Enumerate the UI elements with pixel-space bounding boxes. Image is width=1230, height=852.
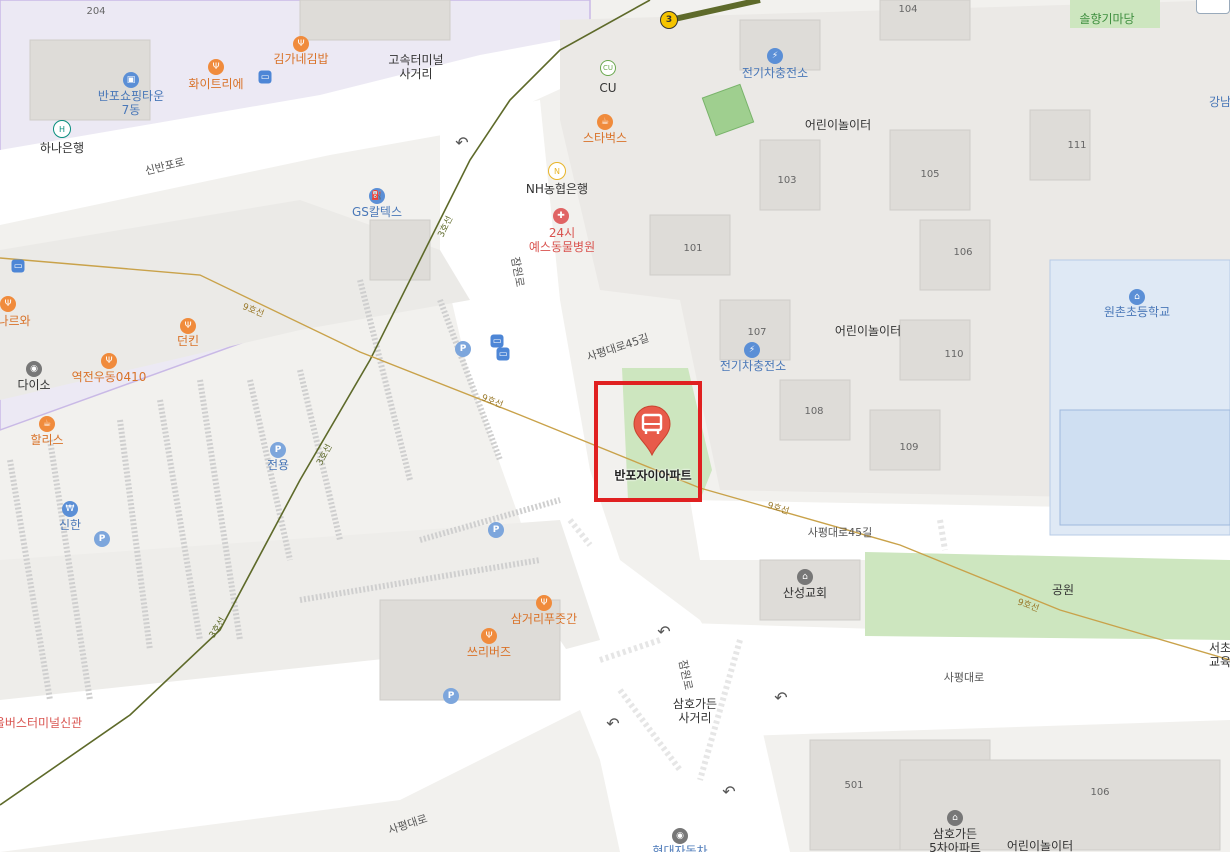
building-number: 110 (944, 349, 964, 360)
u-turn-icon: ↶ (774, 687, 788, 707)
u-turn-icon: ↶ (722, 781, 736, 801)
school-icon[interactable]: ⌂ (1129, 289, 1145, 305)
u-turn-icon: ↶ (455, 132, 469, 152)
building-number: 204 (86, 6, 106, 17)
place-label[interactable]: 24시 예스동물병원 (529, 226, 595, 254)
convenience-store-icon[interactable]: CU (600, 60, 616, 76)
bus-stop-icon[interactable]: ▭ (490, 334, 504, 348)
place-label[interactable]: 산성교회 (783, 586, 827, 600)
place-label[interactable]: 할리스 (30, 433, 63, 447)
restaurant-icon[interactable]: Ψ (101, 353, 117, 369)
parking-icon[interactable]: P (270, 442, 286, 458)
shopping-icon[interactable]: ▣ (123, 72, 139, 88)
bank-icon[interactable]: H (53, 120, 71, 138)
place-label[interactable]: 쓰리버즈 (467, 645, 511, 659)
place-label[interactable]: 원촌초등학교 (1104, 305, 1170, 319)
place-label[interactable]: 김가네김밥 (273, 52, 328, 66)
restaurant-icon[interactable]: Ψ (0, 296, 16, 312)
building-number: 109 (899, 442, 919, 453)
place-label[interactable]: 현대자동차 (652, 844, 707, 852)
building-number: 105 (920, 169, 940, 180)
place-label[interactable]: 던킨 (177, 334, 199, 348)
building-number: 108 (804, 406, 824, 417)
playground-label: 어린이놀이터 (804, 118, 872, 132)
place-label[interactable]: 하나은행 (40, 141, 84, 155)
animal-hospital-icon[interactable]: ✚ (553, 208, 569, 224)
restaurant-icon[interactable]: Ψ (536, 595, 552, 611)
playground-label: 어린이놀이터 (834, 324, 902, 338)
church-icon[interactable]: ⌂ (797, 569, 813, 585)
place-label[interactable]: 서초 교육 (1209, 641, 1230, 669)
ev-charging-icon[interactable]: ⚡ (744, 342, 760, 358)
building-number: 101 (683, 243, 703, 254)
place-label[interactable]: NH농협은행 (526, 182, 588, 196)
map-pin-icon (633, 405, 671, 457)
parking-icon[interactable]: P (488, 522, 504, 538)
place-label[interactable]: 전기차충전소 (720, 359, 786, 373)
intersection-label: 고속터미널 사거리 (388, 53, 444, 81)
store-icon[interactable]: ◉ (672, 828, 688, 844)
building-number: 104 (898, 4, 918, 15)
place-label[interactable]: 화이트리에 (188, 77, 243, 91)
building-number: 103 (777, 175, 797, 186)
cafe-icon[interactable]: ☕ (39, 416, 55, 432)
place-label[interactable]: 삼거리푸줏간 (511, 612, 577, 626)
place-label[interactable]: CU (599, 81, 616, 95)
place-label[interactable]: 강남 (1209, 95, 1230, 109)
place-label[interactable]: 스타벅스 (583, 131, 627, 145)
building-number: 501 (844, 780, 864, 791)
u-turn-icon: ↶ (606, 713, 620, 733)
place-label[interactable]: 반포쇼핑타운 7동 (98, 89, 164, 117)
place-label[interactable]: 울버스터미널신관 (0, 716, 82, 730)
place-label[interactable]: GS칼텍스 (352, 205, 402, 219)
place-label[interactable]: 신한 (59, 518, 81, 532)
bus-stop-marker[interactable] (632, 404, 672, 460)
place-label[interactable]: 전기차충전소 (742, 66, 808, 80)
place-label[interactable]: 역전우동0410 (72, 370, 147, 384)
intersection-label: 삼호가든 사거리 (672, 697, 718, 725)
bus-stop-icon[interactable]: ▭ (496, 347, 510, 361)
bank-icon[interactable]: N (548, 162, 566, 180)
place-label[interactable]: 삼호가든 5차아파트 (929, 827, 981, 852)
line-3-badge-icon[interactable]: 3 (660, 11, 678, 29)
parking-icon[interactable]: P (94, 531, 110, 547)
restaurant-icon[interactable]: Ψ (293, 36, 309, 52)
line-badge-label: 3 (665, 15, 673, 25)
road-label: 사평대로 (943, 671, 985, 684)
apartment-icon[interactable]: ⌂ (947, 810, 963, 826)
bus-stop-icon[interactable]: ▭ (258, 70, 272, 84)
restaurant-icon[interactable]: Ψ (180, 318, 196, 334)
cafe-icon[interactable]: ☕ (597, 114, 613, 130)
ev-charging-icon[interactable]: ⚡ (767, 48, 783, 64)
building-number: 107 (747, 327, 767, 338)
road-label: 사평대로45길 (807, 526, 873, 539)
parking-icon[interactable]: P (455, 341, 471, 357)
parking-icon[interactable]: P (443, 688, 459, 704)
bus-stop-icon[interactable]: ▭ (11, 259, 25, 273)
building-number: 111 (1067, 140, 1087, 151)
building-number: 106 (1090, 787, 1110, 798)
map-control-button[interactable] (1196, 0, 1230, 14)
place-label[interactable]: 나르와 (0, 314, 31, 328)
place-label[interactable]: 솔향기마당 (1079, 12, 1134, 26)
bank-icon[interactable]: ₩ (62, 501, 78, 517)
marker-label[interactable]: 반포자이아파트 (614, 467, 691, 484)
restaurant-icon[interactable]: Ψ (481, 628, 497, 644)
gas-station-icon[interactable]: ⛽ (369, 188, 385, 204)
park-label: 공원 (1051, 583, 1075, 597)
store-icon[interactable]: ◉ (26, 361, 42, 377)
playground-label: 어린이놀이터 (1006, 839, 1074, 852)
place-label[interactable]: 다이소 (17, 378, 50, 392)
map-canvas[interactable]: 3 9호선 9호선 9호선 9호선 3호선 3호선 3호선 204 104 11… (0, 0, 1230, 852)
u-turn-icon: ↶ (657, 621, 671, 641)
place-label[interactable]: 전용 (267, 458, 289, 472)
restaurant-icon[interactable]: Ψ (208, 59, 224, 75)
building-number: 106 (953, 247, 973, 258)
